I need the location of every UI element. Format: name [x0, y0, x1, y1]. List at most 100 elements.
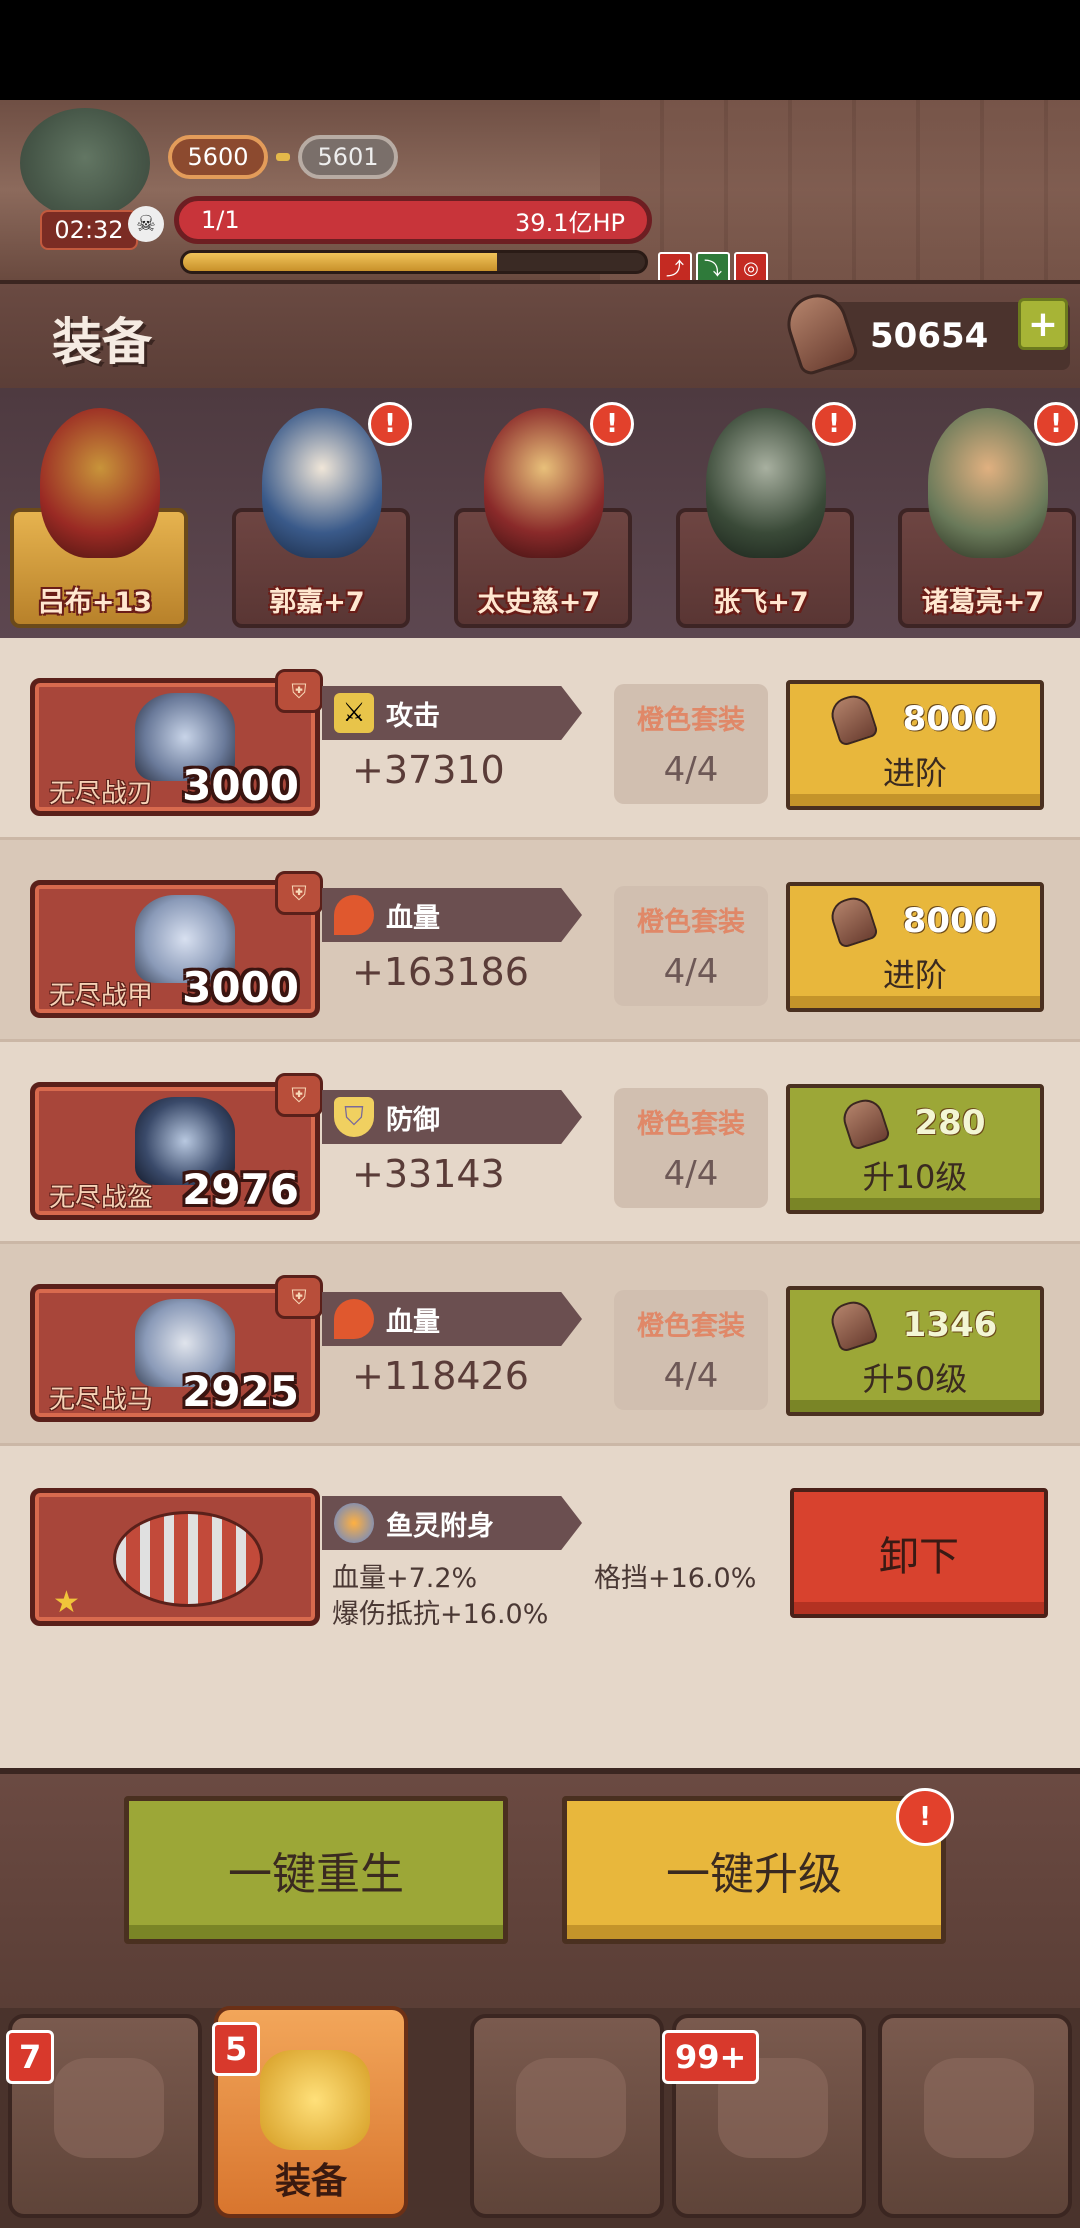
- stat-value: +118426: [352, 1354, 529, 1398]
- ore-icon: [826, 1296, 879, 1354]
- action-label: 升10级: [862, 1158, 968, 1196]
- next-level-pill: 5601: [298, 135, 398, 179]
- alert-icon: !: [812, 402, 856, 446]
- hero-card-taishici[interactable]: ! 太史慈+7: [444, 388, 634, 628]
- action-cost: 8000: [826, 690, 997, 748]
- hero-card-zhangfei[interactable]: ! 张飞+7: [666, 388, 856, 628]
- tab-scroll[interactable]: 7: [6, 2014, 202, 2218]
- page-title: 装备: [52, 312, 152, 371]
- action-cost: 8000: [826, 892, 997, 950]
- set-count: 4/4: [663, 951, 719, 992]
- current-level-pill: 5600: [168, 135, 268, 179]
- speed-buff-icon: ⤵: [696, 252, 730, 280]
- unload-button[interactable]: 卸下: [790, 1488, 1048, 1618]
- equipment-list: 无尽战刃 3000 ⛨ ⚔ 攻击 +37310 橙色套装 4/4 8000 进阶…: [0, 638, 1080, 1768]
- hero-selector: 吕布+13 ! 郭嘉+7 ! 太史慈+7 ! 张飞+7 ! 诸葛亮+7: [0, 388, 1080, 638]
- tab-badge: 99+: [662, 2030, 760, 2084]
- tab-chest[interactable]: 99+: [662, 2014, 866, 2218]
- stat-tag: ⚔ 攻击: [322, 686, 582, 740]
- stat-value: +163186: [352, 950, 529, 994]
- stat-tag: 血量: [322, 1292, 582, 1346]
- boss-hp-bar: 1/1 39.1亿HP: [174, 196, 652, 244]
- alert-icon: !: [1034, 402, 1078, 446]
- tab-stone[interactable]: [470, 2014, 664, 2218]
- fish-spirit-row: ★ 鱼灵附身 血量+7.2% 爆伤抵抗+16.0% 格挡+16.0% 卸下: [0, 1446, 1080, 1706]
- add-currency-button[interactable]: +: [1018, 298, 1068, 350]
- equipment-slot-helmet[interactable]: 无尽战盔 2976 ⛨: [30, 1073, 323, 1220]
- battle-progress-fill: [183, 253, 498, 271]
- status-bar: [0, 0, 1080, 100]
- boss-hp-value: 39.1亿HP: [515, 208, 625, 237]
- equipment-row: 无尽战马 2925 ⛨ 血量 +118426 橙色套装 4/4 1346 升50…: [0, 1244, 1080, 1446]
- fish-spirit-slot[interactable]: ★: [30, 1488, 320, 1626]
- set-count: 4/4: [663, 1153, 719, 1194]
- stat-label: 血量: [386, 1306, 440, 1338]
- blood-drop-icon: [334, 1299, 374, 1339]
- hero-portrait: [928, 408, 1048, 558]
- fish-stat-block: 格挡+16.0%: [594, 1563, 757, 1594]
- equipment-slot-weapon[interactable]: 无尽战刃 3000 ⛨: [30, 669, 323, 816]
- equipment-slot-horse[interactable]: 无尽战马 2925 ⛨: [30, 1275, 323, 1422]
- equipment-level: 2925: [182, 1367, 299, 1416]
- stat-value: +33143: [352, 1152, 505, 1196]
- action-label: 升50级: [862, 1360, 968, 1398]
- set-info: 橙色套装 4/4: [614, 886, 768, 1006]
- equipment-level: 3000: [182, 963, 299, 1012]
- cost-value: 280: [914, 1103, 986, 1143]
- tab-label: 装备: [274, 2161, 347, 2202]
- boss-avatar: [20, 108, 150, 218]
- armor-badge-icon: ⛨: [275, 1073, 323, 1117]
- attack-buff-icon: ⤴: [658, 252, 692, 280]
- equipment-row: 无尽战盔 2976 ⛨ ⛉ 防御 +33143 橙色套装 4/4 280 升10…: [0, 1042, 1080, 1244]
- shield-icon: ⛉: [334, 1097, 374, 1137]
- hero-card-guojia[interactable]: ! 郭嘉+7: [222, 388, 412, 628]
- alert-icon: !: [368, 402, 412, 446]
- rebirth-all-button[interactable]: 一键重生: [124, 1796, 508, 1944]
- action-label: 进阶: [882, 956, 947, 994]
- equipment-level: 3000: [182, 761, 299, 810]
- stat-value: +37310: [352, 748, 505, 792]
- hero-name: 郭嘉+7: [269, 587, 365, 618]
- set-label: 橙色套装: [637, 1109, 745, 1141]
- hero-name: 张飞+7: [713, 587, 809, 618]
- set-label: 橙色套装: [637, 705, 745, 737]
- alert-icon: !: [896, 1788, 954, 1846]
- hero-name: 太史慈+7: [477, 587, 601, 618]
- stat-tag: ⛉ 防御: [322, 1090, 582, 1144]
- hero-portrait: [40, 408, 160, 558]
- cost-value: 1346: [902, 1305, 998, 1345]
- star-icon: ★: [53, 1585, 80, 1620]
- stat-label: 防御: [386, 1104, 440, 1136]
- hero-name: 诸葛亮+7: [921, 587, 1045, 618]
- buff-list: ⤴ ⤵ ◎: [658, 252, 768, 280]
- advance-button[interactable]: 8000 进阶: [786, 882, 1044, 1012]
- level-separator: [276, 153, 290, 161]
- hero-name: 吕布+13: [37, 587, 153, 618]
- set-info: 橙色套装 4/4: [614, 1088, 768, 1208]
- sword-icon: ⚔: [334, 693, 374, 733]
- upgrade-all-button[interactable]: 一键升级: [562, 1796, 946, 1944]
- tab-map[interactable]: [878, 2014, 1072, 2218]
- equipment-name: 无尽战刃: [49, 779, 154, 809]
- stat-label: 攻击: [386, 700, 440, 732]
- equipment-header: 装备 50654: [0, 280, 1080, 390]
- battle-panel: 5600 5601 02:32 ☠ 1/1 39.1亿HP ⤴ ⤵ ◎: [0, 100, 1080, 280]
- equipment-slot-armor[interactable]: 无尽战甲 3000 ⛨: [30, 871, 323, 1018]
- action-label: 进阶: [882, 754, 947, 792]
- tab-equipment[interactable]: 5 装备: [212, 2006, 408, 2218]
- stat-tag: 血量: [322, 888, 582, 942]
- hero-portrait: [706, 408, 826, 558]
- skull-icon: ☠: [128, 206, 164, 242]
- advance-button[interactable]: 8000 进阶: [786, 680, 1044, 810]
- level-up-10-button[interactable]: 280 升10级: [786, 1084, 1044, 1214]
- equipment-row: 无尽战甲 3000 ⛨ 血量 +163186 橙色套装 4/4 8000 进阶: [0, 840, 1080, 1042]
- equipment-name: 无尽战盔: [49, 1183, 154, 1213]
- hero-card-zhugeliang[interactable]: ! 诸葛亮+7: [888, 388, 1078, 628]
- hero-card-lubu[interactable]: 吕布+13: [0, 388, 190, 628]
- set-info: 橙色套装 4/4: [614, 684, 768, 804]
- level-up-50-button[interactable]: 1346 升50级: [786, 1286, 1044, 1416]
- equipment-row: 无尽战刃 3000 ⛨ ⚔ 攻击 +37310 橙色套装 4/4 8000 进阶: [0, 638, 1080, 840]
- alert-icon: !: [590, 402, 634, 446]
- armor-icon: [260, 2050, 370, 2150]
- ore-icon: [826, 690, 879, 748]
